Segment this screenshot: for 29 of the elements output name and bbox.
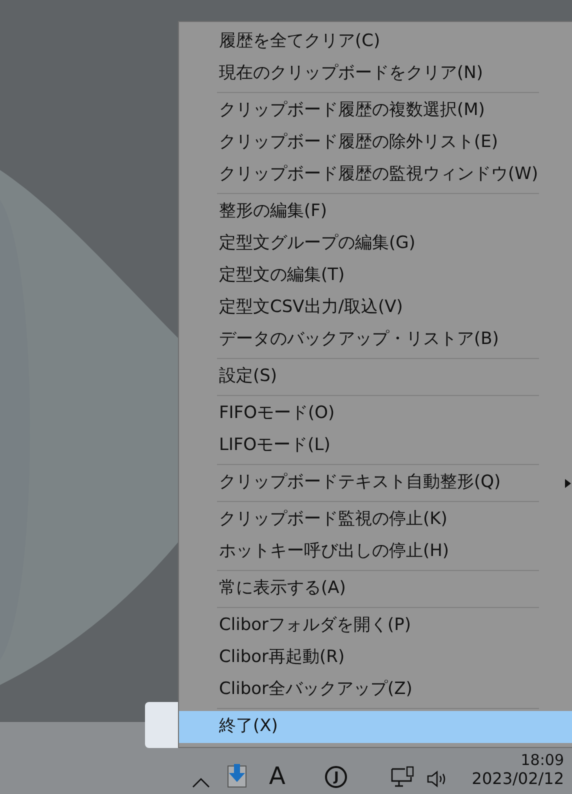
menu-item[interactable]: クリップボードテキスト自動整形(Q) xyxy=(179,467,572,499)
menu-item[interactable]: データのバックアップ・リストア(B) xyxy=(179,324,572,356)
clock-date[interactable]: 2023/02/12 xyxy=(472,769,564,788)
menu-item[interactable]: クリップボード履歴の監視ウィンドウ(W) xyxy=(179,159,572,191)
ime-status-icon[interactable]: J xyxy=(325,766,348,788)
menu-item[interactable]: Cliborフォルダを開く(P) xyxy=(179,610,572,642)
download-icon[interactable] xyxy=(227,764,247,788)
menu-item[interactable]: Clibor再起動(R) xyxy=(179,642,572,674)
submenu-arrow-icon xyxy=(565,478,571,488)
ime-mode-indicator[interactable]: A xyxy=(269,764,286,788)
menu-item[interactable]: 整形の編集(F) xyxy=(179,196,572,228)
menu-item[interactable]: 定型文の編集(T) xyxy=(179,260,572,292)
menu-item[interactable]: 履歴を全てクリア(C) xyxy=(179,26,572,58)
menu-item[interactable]: 現在のクリップボードをクリア(N) xyxy=(179,58,572,90)
chevron-up-icon[interactable] xyxy=(192,778,210,788)
menu-item[interactable]: FIFOモード(O) xyxy=(179,398,572,430)
menu-item[interactable]: クリップボード監視の停止(K) xyxy=(179,504,572,536)
menu-item[interactable]: 終了(X) xyxy=(179,711,572,743)
clock-time[interactable]: 18:09 xyxy=(520,752,564,769)
menu-item[interactable]: 設定(S) xyxy=(179,361,572,393)
menu-item[interactable]: 定型文CSV出力/取込(V) xyxy=(179,292,572,324)
menu-item[interactable]: クリップボード履歴の複数選択(M) xyxy=(179,95,572,127)
menu-item[interactable]: Clibor全バックアップ(Z) xyxy=(179,674,572,706)
menu-item[interactable]: 常に表示する(A) xyxy=(179,573,572,605)
menu-item[interactable]: クリップボード履歴の除外リスト(E) xyxy=(179,127,572,159)
menu-item[interactable]: ホットキー呼び出しの停止(H) xyxy=(179,536,572,568)
menu-item[interactable]: 定型文グループの編集(G) xyxy=(179,228,572,260)
network-icon[interactable] xyxy=(391,766,416,788)
menu-item[interactable]: LIFOモード(L) xyxy=(179,430,572,462)
